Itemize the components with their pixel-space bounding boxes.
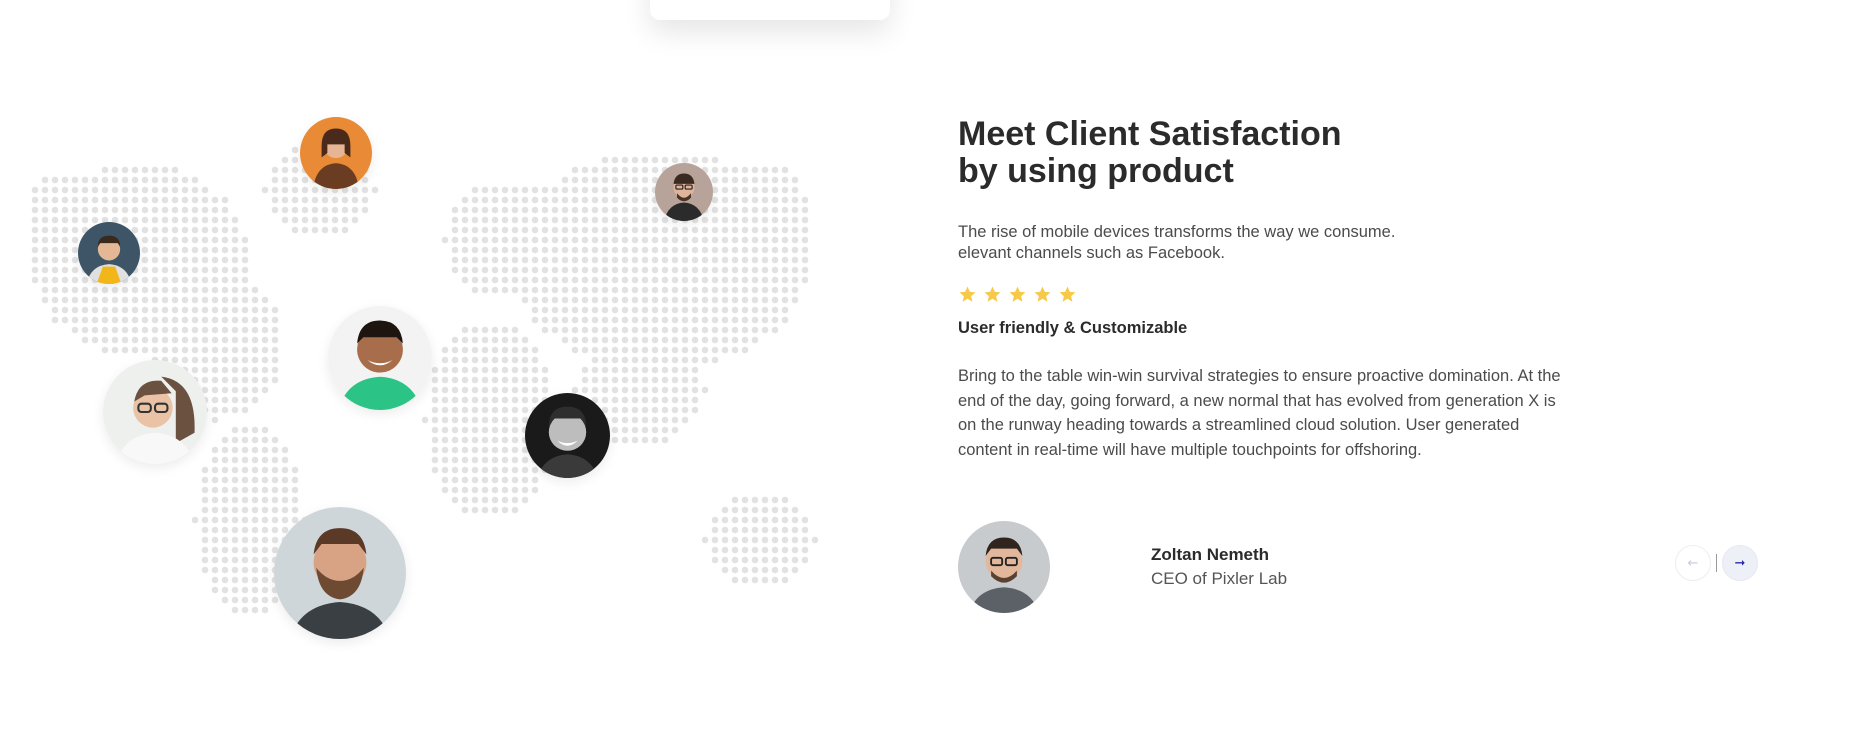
- client-avatar-3: [78, 222, 140, 284]
- section-heading: Meet Client Satisfaction by using produc…: [958, 116, 1478, 190]
- rating-stars: [958, 285, 1077, 304]
- client-avatar-6: [525, 393, 610, 478]
- review-title: User friendly & Customizable: [958, 319, 1188, 337]
- next-button[interactable]: ➞: [1722, 545, 1758, 581]
- author-avatar: [958, 521, 1050, 613]
- client-avatar-1: [300, 117, 372, 189]
- star-icon: [1034, 286, 1051, 302]
- star-icon: [984, 286, 1001, 302]
- testimonial-navigation: ← ➞: [1675, 545, 1758, 581]
- star-icon: [1059, 286, 1076, 302]
- intro-line-1: The rise of mobile devices transforms th…: [958, 223, 1396, 241]
- author-role: CEO of Pixler Lab: [1151, 569, 1288, 588]
- prev-button[interactable]: ←: [1675, 545, 1711, 581]
- author-name: Zoltan Nemeth: [1151, 545, 1270, 564]
- star-icon: [1009, 286, 1026, 302]
- review-body: Bring to the table win-win survival stra…: [958, 367, 1561, 459]
- client-avatar-5: [103, 360, 207, 464]
- client-avatar-2: [655, 163, 713, 221]
- client-avatar-4: [328, 306, 432, 410]
- star-icon: [959, 286, 976, 302]
- heading-line-2: by using product: [958, 152, 1234, 190]
- arrow-left-icon: ←: [1687, 555, 1699, 571]
- intro-text: The rise of mobile devices transforms th…: [958, 222, 1395, 264]
- nav-divider: [1716, 554, 1717, 572]
- heading-line-1: Meet Client Satisfaction: [958, 115, 1342, 153]
- client-avatar-7: [274, 507, 406, 639]
- intro-line-2: elevant channels such as Facebook.: [958, 244, 1225, 262]
- world-map: [0, 0, 900, 727]
- arrow-right-icon: ➞: [1734, 555, 1746, 571]
